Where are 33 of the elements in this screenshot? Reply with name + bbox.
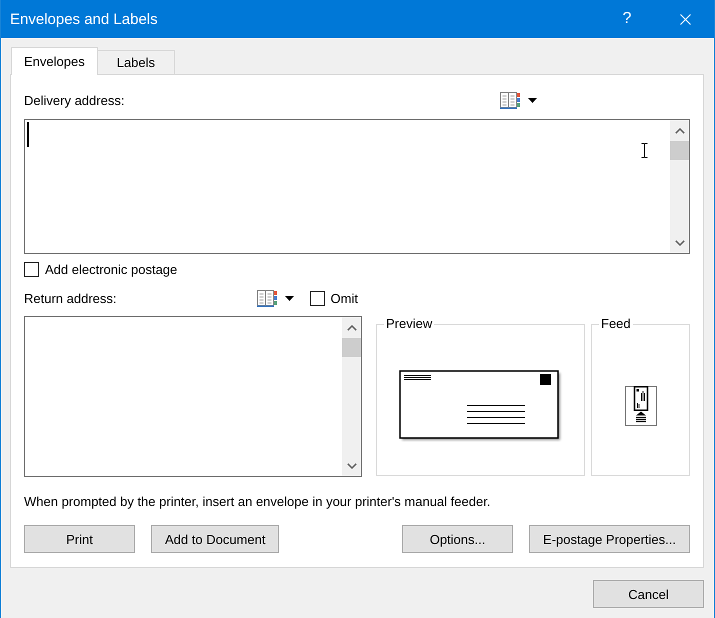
field-label: Delivery address: xyxy=(24,92,124,108)
button[interactable]: Cancel xyxy=(593,580,704,608)
button[interactable]: Print xyxy=(24,525,135,553)
tab[interactable]: Labels xyxy=(96,50,176,74)
button[interactable]: Add to Document xyxy=(151,525,280,553)
instruction-text: When prompted by the printer, insert an envelope in your printer's manual feeder. xyxy=(24,494,492,509)
delivery-address-field[interactable] xyxy=(24,119,690,254)
scrollbar-thumb[interactable] xyxy=(342,338,361,357)
group-title: Feed xyxy=(600,317,632,331)
close-icon[interactable] xyxy=(680,14,690,24)
group-title: Preview xyxy=(385,317,434,331)
button[interactable]: E-postage Properties... xyxy=(529,525,690,553)
address-book-icon[interactable] xyxy=(500,92,520,108)
chevron-down-icon[interactable] xyxy=(674,240,684,246)
button[interactable]: Options... xyxy=(402,525,514,553)
scrollbar-thumb[interactable] xyxy=(670,141,689,160)
help-button[interactable]: ? xyxy=(604,10,650,28)
ibeam-pointer-icon xyxy=(641,143,648,158)
dropdown-caret-icon[interactable] xyxy=(528,98,537,102)
return-address-field[interactable] xyxy=(24,316,362,477)
field-label: Return address: xyxy=(24,290,116,306)
window-title: Envelopes and Labels xyxy=(9,10,159,28)
envelope-feed-icon xyxy=(624,386,656,426)
checkbox-label[interactable]: Omit xyxy=(330,290,358,306)
chevron-down-icon[interactable] xyxy=(346,463,356,469)
tab[interactable]: Envelopes xyxy=(11,47,98,75)
checkbox[interactable] xyxy=(310,290,325,306)
dropdown-caret-icon[interactable] xyxy=(284,296,294,300)
chevron-up-icon[interactable] xyxy=(674,128,684,134)
checkbox-label[interactable]: Add electronic postage xyxy=(45,262,178,277)
chevron-up-icon[interactable] xyxy=(346,324,356,330)
checkbox[interactable] xyxy=(24,262,39,277)
address-book-icon[interactable] xyxy=(256,290,277,306)
